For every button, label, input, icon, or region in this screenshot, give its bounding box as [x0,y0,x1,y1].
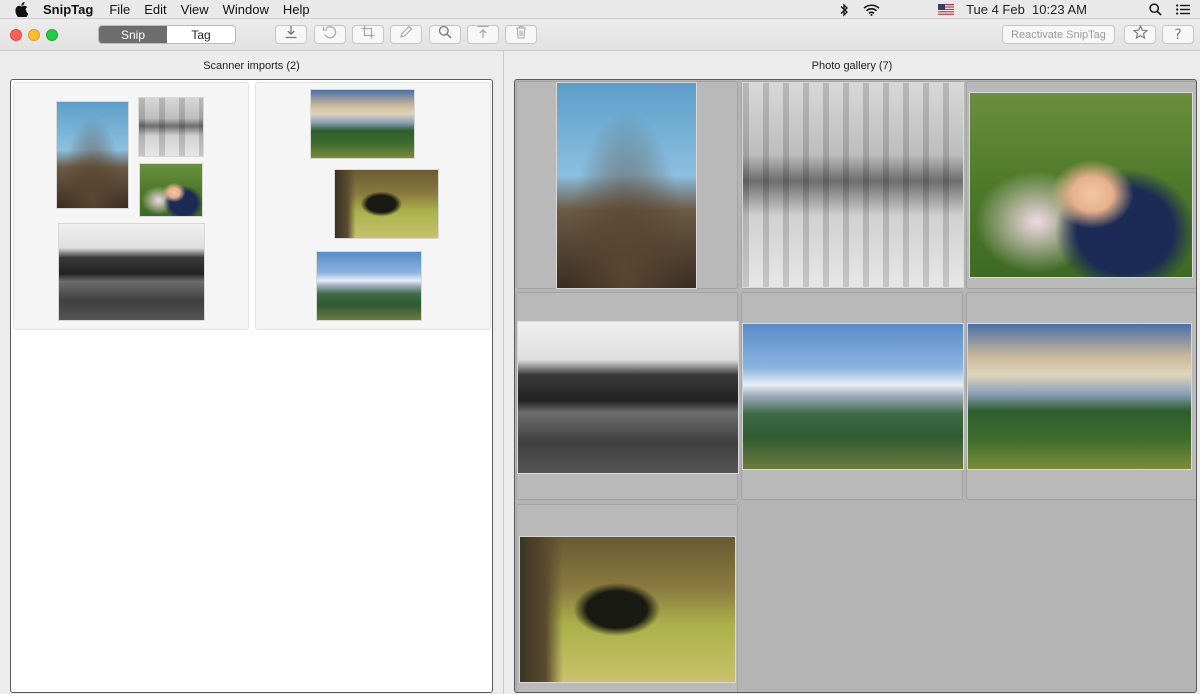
menu-edit[interactable]: Edit [144,2,166,17]
undo-icon [322,25,338,44]
close-window-button[interactable] [10,29,22,41]
menu-help[interactable]: Help [283,2,310,17]
scan-card[interactable] [13,82,249,330]
delete-button[interactable] [505,25,537,44]
reactivate-button[interactable]: Reactivate SnipTag [1002,25,1115,44]
gallery-cell[interactable] [516,292,739,500]
gallery-photo-moose[interactable] [519,536,736,683]
scan-photo-hug[interactable] [139,163,203,217]
favorite-button[interactable] [1124,24,1156,44]
crop-button[interactable] [352,25,384,44]
gallery-cell[interactable] [741,81,964,289]
gallery-cell[interactable] [516,504,738,692]
import-button[interactable] [275,25,307,44]
menu-clock[interactable]: Tue 4 Feb 10:23 AM [966,2,1087,17]
export-button[interactable] [467,25,499,44]
gallery-cell[interactable] [741,292,964,500]
search-icon [438,25,452,44]
photo-gallery-pane: Photo gallery (7) [504,51,1200,694]
bluetooth-icon[interactable] [840,2,849,17]
help-icon: ? [1174,26,1182,43]
menu-view[interactable]: View [181,2,209,17]
wifi-icon[interactable] [863,3,880,16]
apple-menu-icon[interactable] [15,1,31,17]
scan-photo-moose[interactable] [334,169,439,239]
scanner-imports-pane: Scanner imports (2) [0,51,503,694]
gallery-cell[interactable] [516,81,738,289]
undo-button[interactable] [314,25,346,44]
notification-center-icon[interactable] [1176,4,1190,15]
gallery-photo-train-depot[interactable] [517,321,739,474]
snip-mode-tab[interactable]: Snip [99,26,167,43]
menu-file[interactable]: File [109,2,130,17]
scanner-imports-list [10,79,493,693]
gallery-photo-mountain-river[interactable] [967,323,1192,470]
tag-mode-tab[interactable]: Tag [167,26,235,43]
gallery-photo-old-street[interactable] [742,82,964,288]
photo-gallery-grid [514,79,1197,693]
menu-app-name[interactable]: SnipTag [43,2,93,17]
gallery-cell[interactable] [966,292,1196,500]
gallery-photo-hug[interactable] [969,92,1193,278]
gallery-cell[interactable] [966,81,1196,289]
trash-icon [515,25,527,44]
menu-window[interactable]: Window [223,2,269,17]
scan-photo-clock-tower[interactable] [56,101,129,209]
zoom-button[interactable] [429,25,461,44]
pencil-icon [399,25,413,44]
star-icon [1132,24,1148,44]
edit-button[interactable] [390,25,422,44]
export-icon [476,25,490,44]
window-toolbar: Snip Tag Reactivate SnipTag ? [0,19,1200,51]
photo-gallery-title: Photo gallery (7) [811,60,893,72]
minimize-window-button[interactable] [28,29,40,41]
status-menu-area: Tue 4 Feb 10:23 AM [840,0,1200,19]
scan-photo-train-depot[interactable] [58,223,205,321]
spotlight-search-icon[interactable] [1149,3,1162,16]
help-button[interactable]: ? [1162,25,1194,44]
scan-photo-mountain-river[interactable] [310,89,415,159]
import-icon [284,25,298,44]
scanner-imports-title: Scanner imports (2) [203,60,300,72]
mode-segmented-control: Snip Tag [98,25,236,44]
scan-photo-old-street[interactable] [138,97,204,157]
gallery-photo-teton-range[interactable] [742,323,964,470]
scan-card[interactable] [255,82,491,330]
gallery-photo-clock-tower[interactable] [556,82,697,289]
crop-icon [361,25,375,44]
scan-photo-teton-range[interactable] [316,251,422,321]
flag-input-source-icon[interactable] [938,4,955,15]
maximize-window-button[interactable] [46,29,58,41]
menu-bar: SnipTag File Edit View Window Help Tue 4… [0,0,1200,19]
